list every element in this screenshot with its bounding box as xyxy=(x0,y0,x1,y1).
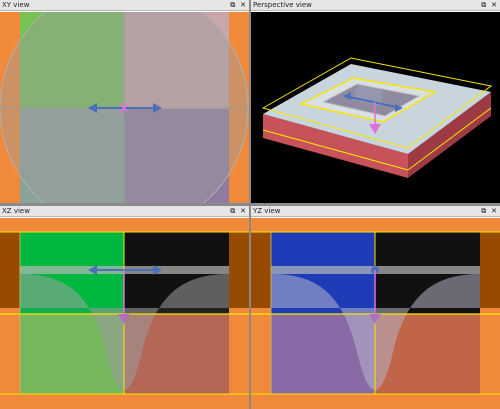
float-icon[interactable]: ⧉ xyxy=(480,0,488,11)
yz-view-title: YZ view xyxy=(253,207,281,215)
float-icon[interactable]: ⧉ xyxy=(229,0,237,11)
xy-view-pane: XY view ⧉ ✕ xyxy=(0,0,249,203)
perspective-viewport[interactable] xyxy=(251,12,500,203)
close-icon[interactable]: ✕ xyxy=(490,0,498,11)
float-icon[interactable]: ⧉ xyxy=(480,206,488,217)
xy-view-titlebar: XY view ⧉ ✕ xyxy=(0,0,249,11)
yz-view-pane: YZ view ⧉ ✕ xyxy=(251,206,500,409)
close-icon[interactable]: ✕ xyxy=(239,206,247,217)
xz-view-pane: XZ view ⧉ ✕ xyxy=(0,206,249,409)
xz-view-titlebar: XZ view ⧉ ✕ xyxy=(0,206,249,217)
perspective-view-pane: Perspective view ⧉ ✕ xyxy=(251,0,500,203)
close-icon[interactable]: ✕ xyxy=(490,206,498,217)
xy-viewport[interactable] xyxy=(0,12,249,203)
yz-viewport[interactable] xyxy=(251,218,500,409)
perspective-view-title: Perspective view xyxy=(253,1,312,9)
xz-viewport[interactable] xyxy=(0,218,249,409)
float-icon[interactable]: ⧉ xyxy=(229,206,237,217)
xz-view-title: XZ view xyxy=(2,207,30,215)
close-icon[interactable]: ✕ xyxy=(239,0,247,11)
perspective-view-titlebar: Perspective view ⧉ ✕ xyxy=(251,0,500,11)
xy-view-title: XY view xyxy=(2,1,30,9)
yz-view-titlebar: YZ view ⧉ ✕ xyxy=(251,206,500,217)
